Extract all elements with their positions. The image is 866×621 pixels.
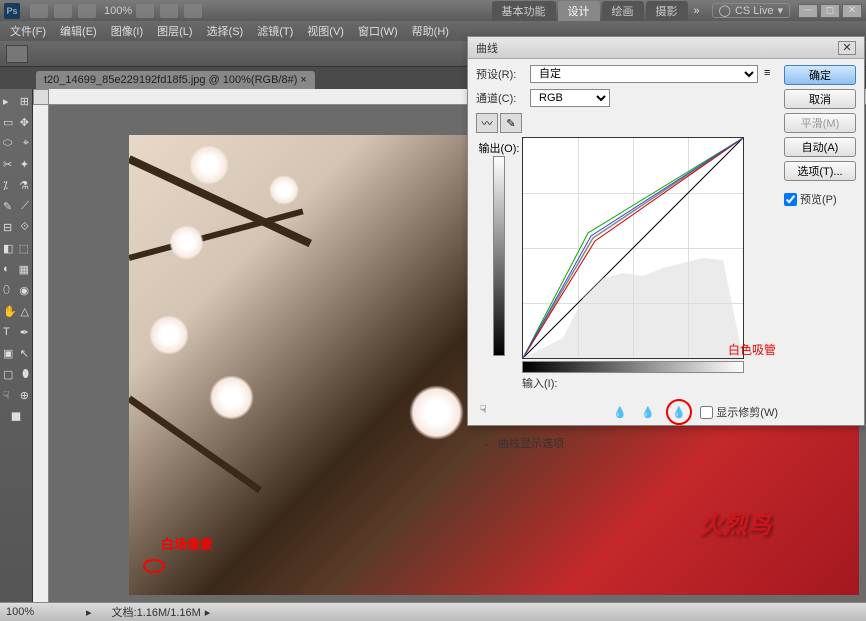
ps-logo-icon: Ps	[4, 3, 20, 19]
on-image-tool-icon[interactable]: ☟	[480, 403, 500, 421]
input-label: 输入(I):	[476, 375, 778, 391]
tool-brush-row[interactable]: ✎⟋	[1, 196, 31, 216]
dialog-title: 曲线	[476, 40, 498, 56]
maximize-button[interactable]: ◻	[820, 4, 840, 18]
status-doc-size: 文档:1.16M/1.16M	[112, 604, 201, 620]
tool-wand-row[interactable]: ✂✦	[1, 154, 31, 174]
statusbar: 100% ▸ 文档:1.16M/1.16M ▸	[0, 602, 866, 621]
output-label: 输出(O):	[479, 140, 520, 156]
document-tab-label: t20_14699_85e229192fd18f5.jpg @ 100%(RGB…	[44, 74, 307, 86]
tool-pen-row[interactable]: T✒	[1, 322, 31, 342]
screen-mode-icon[interactable]	[184, 4, 202, 18]
dialog-titlebar[interactable]: 曲线 ✕	[468, 37, 864, 59]
channel-label: 通道(C):	[476, 90, 526, 106]
tool-stamp-row[interactable]: ⊟⟐	[1, 217, 31, 237]
tool-hand-row[interactable]: ☟⊕	[1, 385, 31, 405]
titlebar-quick-icons	[30, 4, 96, 18]
menu-select[interactable]: 选择(S)	[201, 21, 250, 41]
preset-select[interactable]: 自定	[530, 65, 758, 83]
menu-file[interactable]: 文件(F)	[4, 21, 52, 41]
tool-gradient-row[interactable]: ◐▦	[1, 259, 31, 279]
cslive-button[interactable]: ◯ CS Live ▾	[712, 3, 790, 18]
input-gradient	[522, 361, 744, 373]
current-tool-icon[interactable]	[6, 45, 28, 63]
app-titlebar: Ps 100% 基本功能 设计 绘画 摄影 » ◯ CS Live ▾ ─ ◻ …	[0, 0, 866, 21]
workspace-tab-essentials[interactable]: 基本功能	[492, 1, 556, 21]
tool-swatches[interactable]: ◼	[4, 406, 28, 426]
workspace-tab-design[interactable]: 设计	[558, 1, 600, 21]
tool-dodge-row[interactable]: ✋△	[1, 301, 31, 321]
annotation-circle	[143, 559, 165, 573]
close-button[interactable]: ✕	[842, 4, 862, 18]
zoom-display[interactable]: 100%	[104, 5, 132, 17]
watermark: 火烈鸟	[699, 505, 849, 585]
cslive-icon: ◯	[719, 4, 731, 17]
menu-layer[interactable]: 图层(L)	[151, 21, 198, 41]
tool-eyedrop-row[interactable]: ⁒⚗	[1, 175, 31, 195]
smooth-button[interactable]: 平滑(M)	[784, 113, 856, 133]
preview-checkbox[interactable]: 预览(P)	[784, 191, 856, 207]
tool-marquee-row[interactable]: ▭✥	[1, 112, 31, 132]
minimize-button[interactable]: ─	[798, 4, 818, 18]
show-clipping-checkbox[interactable]: 显示修剪(W)	[700, 404, 778, 420]
dropdown-icon: ▾	[777, 4, 783, 17]
tool-move-row[interactable]: ▸⊞	[1, 91, 31, 111]
cslive-label: CS Live	[735, 5, 774, 17]
preview-label: 预览(P)	[800, 191, 837, 207]
tool-path-row[interactable]: ▣↖	[1, 343, 31, 363]
auto-button[interactable]: 自动(A)	[784, 137, 856, 157]
ruler-vertical[interactable]	[33, 105, 49, 602]
status-zoom[interactable]: 100%	[6, 606, 86, 618]
workspace-more-icon[interactable]: »	[694, 5, 700, 17]
watermark-text: 火烈鸟	[699, 505, 849, 540]
hand-icon[interactable]	[136, 4, 154, 18]
workspace-tab-painting[interactable]: 绘画	[602, 1, 644, 21]
annotation-white-pixel: 白场像素	[161, 534, 213, 553]
chevron-icon: ⌄	[480, 437, 492, 449]
toolbox: ▸⊞ ▭✥ ⬭⌖ ✂✦ ⁒⚗ ✎⟋ ⊟⟐ ◧⬚ ◐▦ ⬯◉ ✋△ T✒ ▣↖ ▢…	[0, 89, 33, 602]
cancel-button[interactable]: 取消	[784, 89, 856, 109]
annotation-white-dropper: 白色吸管	[728, 341, 776, 358]
output-gradient	[493, 156, 505, 356]
tool-shape-row[interactable]: ▢⬮	[1, 364, 31, 384]
document-tab[interactable]: t20_14699_85e229192fd18f5.jpg @ 100%(RGB…	[36, 71, 315, 89]
menu-filter[interactable]: 滤镜(T)	[251, 21, 299, 41]
menu-edit[interactable]: 编辑(E)	[54, 21, 103, 41]
curve-lines	[523, 138, 743, 358]
tool-lasso-row[interactable]: ⬭⌖	[1, 133, 31, 153]
curve-point-tool[interactable]: 〰	[476, 113, 498, 133]
gray-point-eyedropper[interactable]: 💧	[638, 403, 658, 421]
menu-window[interactable]: 窗口(W)	[352, 21, 404, 41]
titlebar-view-icons	[136, 4, 202, 18]
tool-blur-row[interactable]: ⬯◉	[1, 280, 31, 300]
ruler-corner	[33, 89, 49, 105]
status-arrow-icon[interactable]: ▸	[86, 606, 92, 619]
show-clipping-label: 显示修剪(W)	[716, 404, 778, 420]
status-more-icon[interactable]: ▸	[205, 606, 211, 619]
preset-menu-icon[interactable]: ≡	[764, 67, 778, 81]
preset-label: 预设(R):	[476, 66, 526, 82]
menu-help[interactable]: 帮助(H)	[406, 21, 455, 41]
workspace-tab-photography[interactable]: 摄影	[646, 1, 688, 21]
menu-image[interactable]: 图像(I)	[105, 21, 149, 41]
dialog-close-button[interactable]: ✕	[838, 41, 856, 55]
options-button[interactable]: 选项(T)...	[784, 161, 856, 181]
menu-view[interactable]: 视图(V)	[301, 21, 350, 41]
ok-button[interactable]: 确定	[784, 65, 856, 85]
tool-eraser-row[interactable]: ◧⬚	[1, 238, 31, 258]
bridge-icon[interactable]	[30, 4, 48, 18]
curve-pencil-tool[interactable]: ✎	[500, 113, 522, 133]
black-point-eyedropper[interactable]: 💧	[610, 403, 630, 421]
preview-input[interactable]	[784, 193, 797, 206]
channel-select[interactable]: RGB	[530, 89, 610, 107]
curves-dialog: 曲线 ✕ 预设(R): 自定 ≡ 通道(C): RGB 〰 ✎ 输出(O):	[467, 36, 865, 426]
white-point-eyedropper[interactable]: 💧	[666, 399, 692, 425]
display-options-toggle[interactable]: ⌄ 曲线显示选项	[476, 435, 778, 451]
layout-icon[interactable]	[78, 4, 96, 18]
arrange-icon[interactable]	[160, 4, 178, 18]
curves-graph[interactable]	[522, 137, 744, 359]
minibridge-icon[interactable]	[54, 4, 72, 18]
display-options-label: 曲线显示选项	[498, 435, 564, 451]
show-clipping-input[interactable]	[700, 406, 713, 419]
